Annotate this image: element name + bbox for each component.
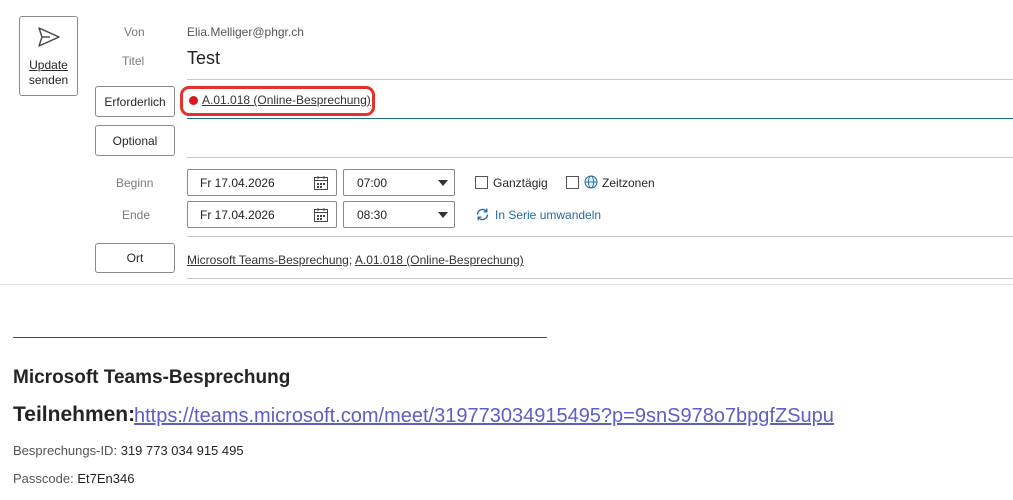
- required-attendee[interactable]: A.01.018 (Online-Besprechung): [202, 93, 371, 107]
- title-underline: [187, 79, 1013, 80]
- location-field[interactable]: Microsoft Teams-Besprechung; A.01.018 (O…: [187, 253, 524, 267]
- all-day-checkbox[interactable]: [475, 176, 488, 189]
- optional-field-underline: [187, 157, 1013, 158]
- passcode-label: Passcode:: [13, 471, 74, 486]
- meeting-id-label: Besprechungs-ID:: [13, 443, 118, 458]
- from-value: Elia.Melliger@phgr.ch: [187, 25, 304, 39]
- required-button[interactable]: Erforderlich: [95, 86, 175, 117]
- start-time-value: 07:00: [357, 176, 388, 190]
- header-body-divider: [0, 284, 1013, 285]
- presence-dot-icon: [189, 96, 198, 105]
- location-button[interactable]: Ort: [95, 243, 175, 273]
- meeting-id-value: 319 773 034 915 495: [120, 443, 244, 458]
- join-label: Teilnehmen:: [13, 403, 136, 426]
- chevron-down-icon: [438, 212, 448, 218]
- make-recurring-link[interactable]: In Serie umwandeln: [495, 208, 601, 222]
- location-item-teams[interactable]: Microsoft Teams-Besprechung: [187, 253, 349, 267]
- time-zones-label: Zeitzonen: [602, 176, 655, 190]
- start-date-picker[interactable]: Fr 17.04.2026: [187, 169, 337, 196]
- end-time-value: 08:30: [357, 208, 388, 222]
- from-label: Von: [124, 25, 145, 39]
- location-underline: [187, 278, 1013, 279]
- end-time-dropdown[interactable]: 08:30: [343, 201, 455, 228]
- optional-button[interactable]: Optional: [95, 125, 175, 156]
- all-day-label: Ganztägig: [493, 176, 548, 190]
- recurrence-icon: [476, 208, 489, 221]
- start-time-dropdown[interactable]: 07:00: [343, 169, 455, 196]
- join-meeting-link[interactable]: https://teams.microsoft.com/meet/3197730…: [134, 405, 834, 428]
- required-field-underline: [187, 118, 1013, 119]
- title-label: Titel: [122, 54, 145, 68]
- update-send-button[interactable]: Update senden: [19, 16, 78, 96]
- meeting-id-line: Besprechungs-ID: 319 773 034 915 495: [13, 443, 244, 458]
- calendar-icon: [314, 208, 328, 222]
- calendar-icon: [314, 176, 328, 190]
- chevron-down-icon: [438, 180, 448, 186]
- body-separator-line: [13, 337, 547, 338]
- end-date-picker[interactable]: Fr 17.04.2026: [187, 201, 337, 228]
- start-date-value: Fr 17.04.2026: [200, 176, 275, 190]
- location-item-room[interactable]: A.01.018 (Online-Besprechung): [355, 253, 524, 267]
- time-zones-checkbox[interactable]: [566, 176, 579, 189]
- update-label-line1: Update: [29, 58, 68, 72]
- globe-icon: [584, 175, 598, 189]
- datetime-divider: [187, 236, 1013, 237]
- passcode-line: Passcode: Et7En346: [13, 471, 134, 486]
- update-send-label: Update senden: [20, 58, 77, 88]
- send-icon: [38, 27, 60, 47]
- start-label: Beginn: [116, 176, 154, 190]
- passcode-value: Et7En346: [77, 471, 135, 486]
- end-date-value: Fr 17.04.2026: [200, 208, 275, 222]
- update-label-line2: senden: [28, 73, 69, 87]
- end-label: Ende: [122, 208, 151, 222]
- title-input[interactable]: Test: [187, 48, 220, 69]
- teams-meeting-heading: Microsoft Teams-Besprechung: [13, 367, 291, 388]
